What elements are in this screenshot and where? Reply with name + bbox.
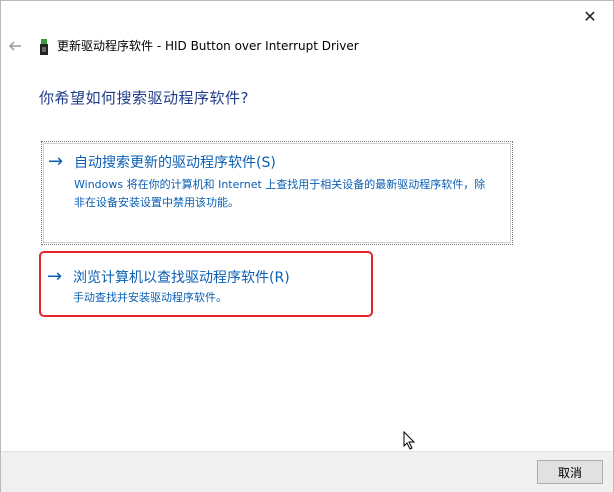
browse-computer-option[interactable]: → 浏览计算机以查找驱动程序软件(R) 手动查找并安装驱动程序软件。 — [41, 257, 511, 307]
cancel-button[interactable]: 取消 — [537, 460, 603, 484]
arrow-right-icon: → — [47, 266, 63, 287]
auto-search-title: 自动搜索更新的驱动程序软件(S) — [74, 155, 276, 171]
device-icon — [39, 39, 49, 55]
window-title: 更新驱动程序软件 - HID Button over Interrupt Dri… — [57, 39, 359, 53]
arrow-right-icon: → — [48, 151, 64, 172]
driver-update-window: ✕ 更新驱动程序软件 - HID Button over Interrupt D… — [0, 0, 614, 492]
dialog-footer: 取消 — [1, 451, 613, 492]
back-arrow-icon[interactable] — [7, 38, 23, 54]
mouse-cursor-icon — [403, 430, 417, 451]
auto-search-description: Windows 将在你的计算机和 Internet 上查找用于相关设备的最新驱动… — [74, 178, 486, 209]
page-heading: 你希望如何搜索驱动程序软件? — [39, 89, 249, 107]
close-button[interactable]: ✕ — [567, 1, 613, 31]
auto-search-option[interactable]: → 自动搜索更新的驱动程序软件(S) Windows 将在你的计算机和 Inte… — [41, 141, 513, 245]
close-icon: ✕ — [583, 6, 597, 26]
browse-computer-title: 浏览计算机以查找驱动程序软件(R) — [73, 270, 290, 286]
browse-computer-description: 手动查找并安装驱动程序软件。 — [73, 291, 227, 304]
title-bar: 更新驱动程序软件 - HID Button over Interrupt Dri… — [1, 31, 613, 61]
